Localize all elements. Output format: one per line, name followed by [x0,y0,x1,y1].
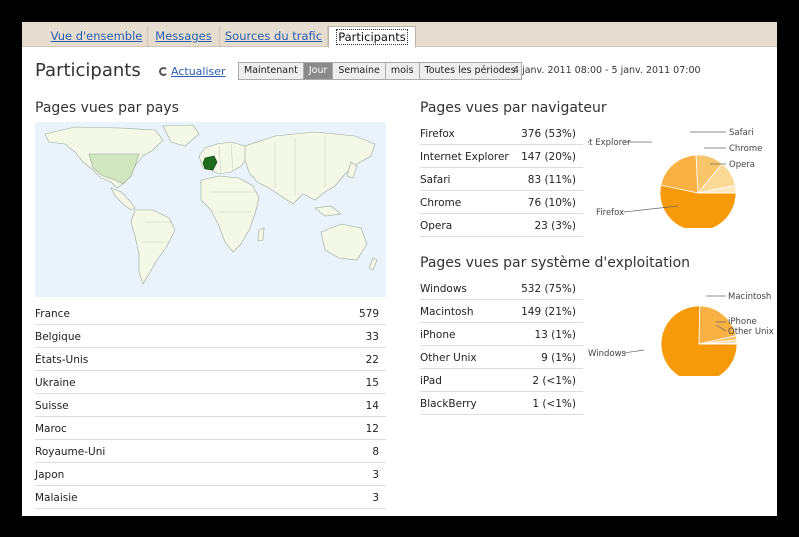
period-week[interactable]: Semaine [333,63,386,79]
pie-label-windows: Windows [588,349,627,359]
tab-overview[interactable]: Vue d'ensemble [46,26,148,47]
row-label: Opera [420,220,453,232]
row-value: 149 (21%) [521,306,576,318]
table-row: Ukraine 15 [35,371,386,394]
table-row: Opera 23 (3%) [420,214,583,237]
row-label: iPad [420,375,442,387]
table-row: Chrome 76 (10%) [420,191,583,214]
table-row: iPad 2 (<1%) [420,369,583,392]
table-row: BlackBerry 1 (<1%) [420,392,583,415]
row-value: 3 [372,469,379,481]
table-row: Firefox 376 (53%) [420,122,583,145]
row-label: Malaisie [35,492,78,504]
tab-participants[interactable]: Participants [328,26,416,48]
table-row: Suisse 14 [35,394,386,417]
pie-label-safari: Safari [729,128,754,138]
row-value: 1 (<1%) [532,398,576,410]
tab-traffic-sources[interactable]: Sources du trafic [220,26,328,47]
period-all[interactable]: Toutes les périodes [419,63,521,79]
tab-messages[interactable]: Messages [148,26,220,47]
browsers-table: Firefox 376 (53%) Internet Explorer 147 (20… [420,122,583,237]
row-value: 9 (1%) [541,352,576,364]
row-value: 22 [365,354,379,366]
row-value: 76 (10%) [527,197,576,209]
countries-table: France 579 Belgique 33 États-Unis 22 Ukraine 15… [35,302,386,509]
madagascar-shape [257,227,265,242]
period-day[interactable]: Jour [303,63,334,79]
row-label: France [35,308,70,320]
row-value: 532 (75%) [521,283,576,295]
row-label: Ukraine [35,377,76,389]
date-range: 4 janv. 2011 08:00 - 5 janv. 2011 07:00 [513,65,701,76]
table-row: Other Unix 9 (1%) [420,346,583,369]
tab-participants-label: Participants [336,29,408,45]
table-row: Internet Explorer 147 (20%) [420,145,583,168]
row-value: 83 (11%) [527,174,576,186]
row-value: 579 [358,308,379,320]
world-map[interactable] [35,122,386,297]
row-value: 8 [372,446,379,458]
row-label: Suisse [35,400,69,412]
table-row: États-Unis 22 [35,348,386,371]
windows-leader-line [623,349,645,354]
table-row: Macintosh 149 (21%) [420,300,583,323]
os-title: Pages vues par système d'exploitation [420,255,691,271]
pie-label-other-unix: Other Unix [728,327,774,337]
row-value: 33 [365,331,379,343]
pie-label-macintosh: Macintosh [728,292,771,302]
pie-label-chrome: Chrome [729,144,762,154]
row-value: 12 [365,423,379,435]
app-window: Vue d'ensemble Messages Sources du trafi… [22,22,777,516]
tab-bar: Vue d'ensemble Messages Sources du trafi… [22,22,777,48]
row-label: Internet Explorer [420,151,509,163]
countries-title: Pages vues par pays [35,100,179,116]
row-value: 14 [365,400,379,412]
row-label: Firefox [420,128,455,140]
os-table: Windows 532 (75%) Macintosh 149 (21%) iPhone… [420,277,583,415]
refresh-icon [159,67,168,76]
pie-label-opera: Opera [729,160,755,170]
row-label: BlackBerry [420,398,477,410]
pie-label-ie: et Explorer [588,138,631,148]
period-now[interactable]: Maintenant [239,63,304,79]
row-label: Japon [35,469,65,481]
row-label: Maroc [35,423,67,435]
world-map-svg [35,122,386,297]
pie-label-firefox: Firefox [596,208,624,218]
row-label: Other Unix [420,352,477,364]
table-row: Malaisie 3 [35,486,386,509]
pie-label-iphone: iPhone [728,317,757,327]
row-label: Belgique [35,331,81,343]
table-row: France 579 [35,302,386,325]
refresh-link[interactable]: Actualiser [159,65,226,78]
table-row: Safari 83 (11%) [420,168,583,191]
row-value: 3 [372,492,379,504]
table-row: Windows 532 (75%) [420,277,583,300]
page-title: Participants [35,60,141,81]
browsers-pie-chart: et Explorer Safari Chrome Opera Firefox [588,128,762,228]
row-value: 147 (20%) [521,151,576,163]
row-value: 15 [365,377,379,389]
table-row: Royaume-Uni 8 [35,440,386,463]
row-value: 2 (<1%) [532,375,576,387]
table-row: Belgique 33 [35,325,386,348]
row-label: Safari [420,174,451,186]
row-label: Royaume-Uni [35,446,106,458]
table-row: iPhone 13 (1%) [420,323,583,346]
row-value: 376 (53%) [521,128,576,140]
period-selector: Maintenant Jour Semaine mois Toutes les … [238,62,522,80]
row-value: 23 (3%) [534,220,576,232]
row-value: 13 (1%) [534,329,576,341]
browsers-title: Pages vues par navigateur [420,100,607,116]
table-row: Japon 3 [35,463,386,486]
row-label: Windows [420,283,467,295]
row-label: États-Unis [35,354,89,366]
row-label: Macintosh [420,306,474,318]
period-month[interactable]: mois [385,63,420,79]
row-label: Chrome [420,197,462,209]
table-row: Maroc 12 [35,417,386,440]
row-label: iPhone [420,329,456,341]
os-pie-chart: Macintosh iPhone Other Unix Windows [588,292,774,376]
refresh-label: Actualiser [171,65,226,78]
